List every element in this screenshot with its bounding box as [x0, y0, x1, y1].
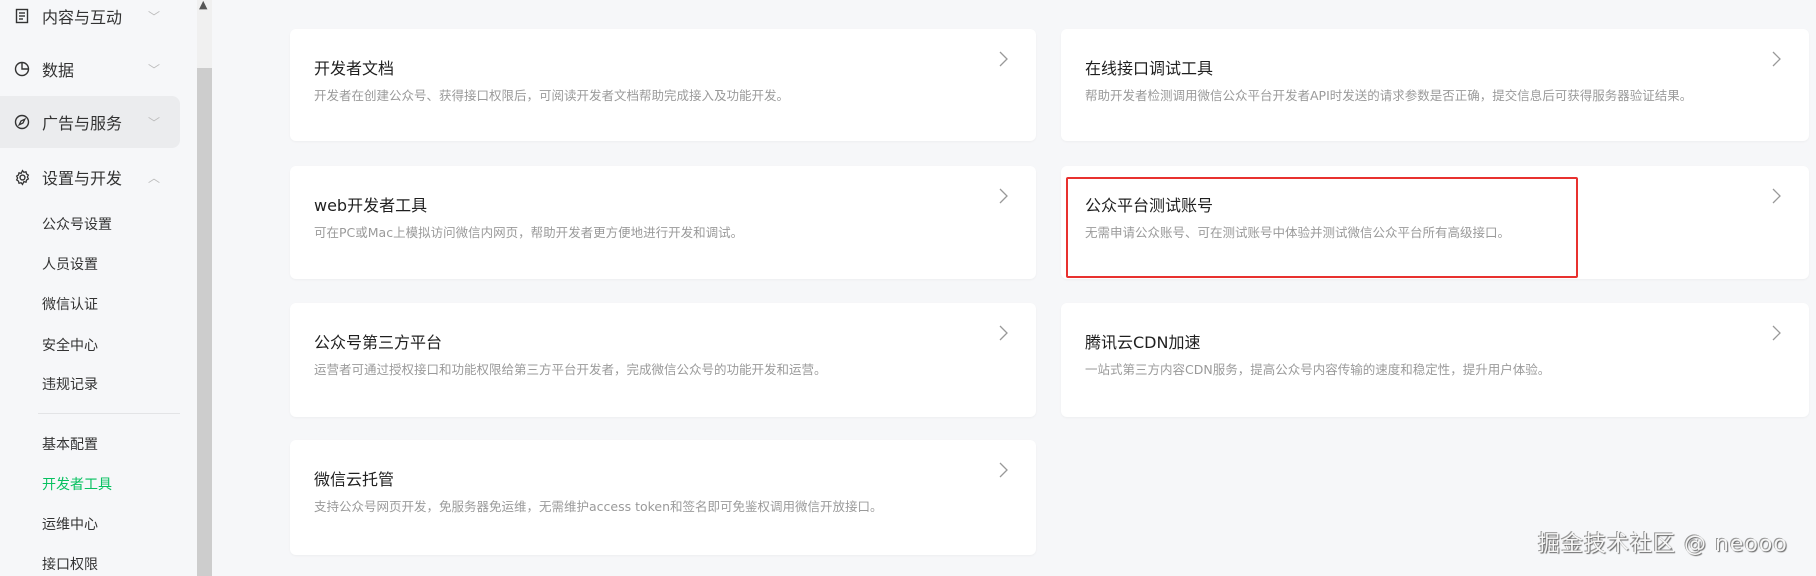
sidebar-item-staff-settings[interactable]: 人员设置	[42, 254, 98, 274]
chevron-right-icon	[999, 462, 1008, 478]
chevron-down-icon: ﹀	[148, 9, 161, 24]
nav-label: 广告与服务	[42, 114, 123, 133]
divider	[38, 413, 180, 414]
compass-icon	[13, 113, 31, 131]
chevron-right-icon	[1772, 188, 1781, 204]
chevron-right-icon	[999, 51, 1008, 67]
card-title: 腾讯云CDN加速	[1085, 333, 1201, 352]
chevron-down-icon: ﹀	[148, 62, 161, 77]
sidebar-item-developer-tools[interactable]: 开发者工具	[42, 474, 112, 494]
card-title: 公众号第三方平台	[314, 333, 443, 352]
chevron-right-icon	[1772, 325, 1781, 341]
card-web-dev-tools[interactable]: web开发者工具 可在PC或Mac上模拟访问微信内网页，帮助开发者更方便地进行开…	[290, 166, 1036, 279]
scrollbar-thumb[interactable]	[197, 68, 212, 576]
card-title: 在线接口调试工具	[1085, 59, 1214, 78]
nav-settings-dev[interactable]: 设置与开发 ︿	[0, 151, 180, 203]
nav-content-interaction[interactable]: 内容与互动 ﹀	[0, 0, 180, 42]
nav-ads-services[interactable]: 广告与服务 ﹀	[0, 96, 180, 148]
chevron-right-icon	[999, 188, 1008, 204]
card-developer-docs[interactable]: 开发者文档 开发者在创建公众号、获得接口权限后，可阅读开发者文档帮助完成接入及功…	[290, 29, 1036, 141]
sidebar: 内容与互动 ﹀ 数据 ﹀ 广告与服务 ﹀ 设置与开发 ︿ 公众号设置 人员设置 …	[0, 0, 197, 576]
document-icon	[13, 7, 31, 25]
card-title: web开发者工具	[314, 196, 428, 215]
card-desc: 一站式第三方内容CDN服务，提高公众号内容传输的速度和稳定性，提升用户体验。	[1085, 362, 1551, 377]
sidebar-item-violations[interactable]: 违规记录	[42, 374, 98, 394]
scroll-up-icon[interactable]: ▲	[199, 0, 207, 11]
card-online-api-debug[interactable]: 在线接口调试工具 帮助开发者检测调用微信公众平台开发者API时发送的请求参数是否…	[1061, 29, 1809, 141]
card-third-party-platform[interactable]: 公众号第三方平台 运营者可通过授权接口和功能权限给第三方平台开发者，完成微信公众…	[290, 303, 1036, 417]
card-tencent-cdn[interactable]: 腾讯云CDN加速 一站式第三方内容CDN服务，提高公众号内容传输的速度和稳定性，…	[1061, 303, 1809, 417]
card-desc: 帮助开发者检测调用微信公众平台开发者API时发送的请求参数是否正确，提交信息后可…	[1085, 88, 1693, 103]
card-desc: 开发者在创建公众号、获得接口权限后，可阅读开发者文档帮助完成接入及功能开发。	[314, 88, 790, 103]
sidebar-item-verification[interactable]: 微信认证	[42, 294, 98, 314]
card-desc: 运营者可通过授权接口和功能权限给第三方平台开发者，完成微信公众号的功能开发和运营…	[314, 362, 827, 377]
pie-chart-icon	[13, 60, 31, 78]
chevron-down-icon: ﹀	[148, 115, 161, 130]
card-desc: 可在PC或Mac上模拟访问微信内网页，帮助开发者更方便地进行开发和调试。	[314, 225, 744, 240]
sidebar-item-security[interactable]: 安全中心	[42, 335, 98, 355]
watermark: 掘金技术社区 @ neooo	[1538, 532, 1788, 557]
nav-label: 内容与互动	[42, 8, 123, 27]
gear-icon	[13, 168, 31, 186]
card-desc: 支持公众号网页开发，免服务器免运维，无需维护access token和签名即可免…	[314, 499, 883, 514]
chevron-right-icon	[1772, 51, 1781, 67]
nav-data[interactable]: 数据 ﹀	[0, 43, 180, 95]
card-title: 微信云托管	[314, 470, 395, 489]
highlight-annotation-box	[1066, 177, 1578, 278]
sidebar-item-account-settings[interactable]: 公众号设置	[42, 214, 112, 234]
chevron-up-icon: ︿	[148, 170, 161, 185]
card-title: 开发者文档	[314, 59, 395, 78]
card-wechat-cloud-hosting[interactable]: 微信云托管 支持公众号网页开发，免服务器免运维，无需维护access token…	[290, 440, 1036, 555]
sidebar-item-ops-center[interactable]: 运维中心	[42, 514, 98, 534]
nav-label: 数据	[42, 61, 75, 80]
sidebar-item-api-permissions[interactable]: 接口权限	[42, 554, 98, 574]
sidebar-item-basic-config[interactable]: 基本配置	[42, 434, 98, 454]
chevron-right-icon	[999, 325, 1008, 341]
nav-label: 设置与开发	[42, 169, 123, 188]
